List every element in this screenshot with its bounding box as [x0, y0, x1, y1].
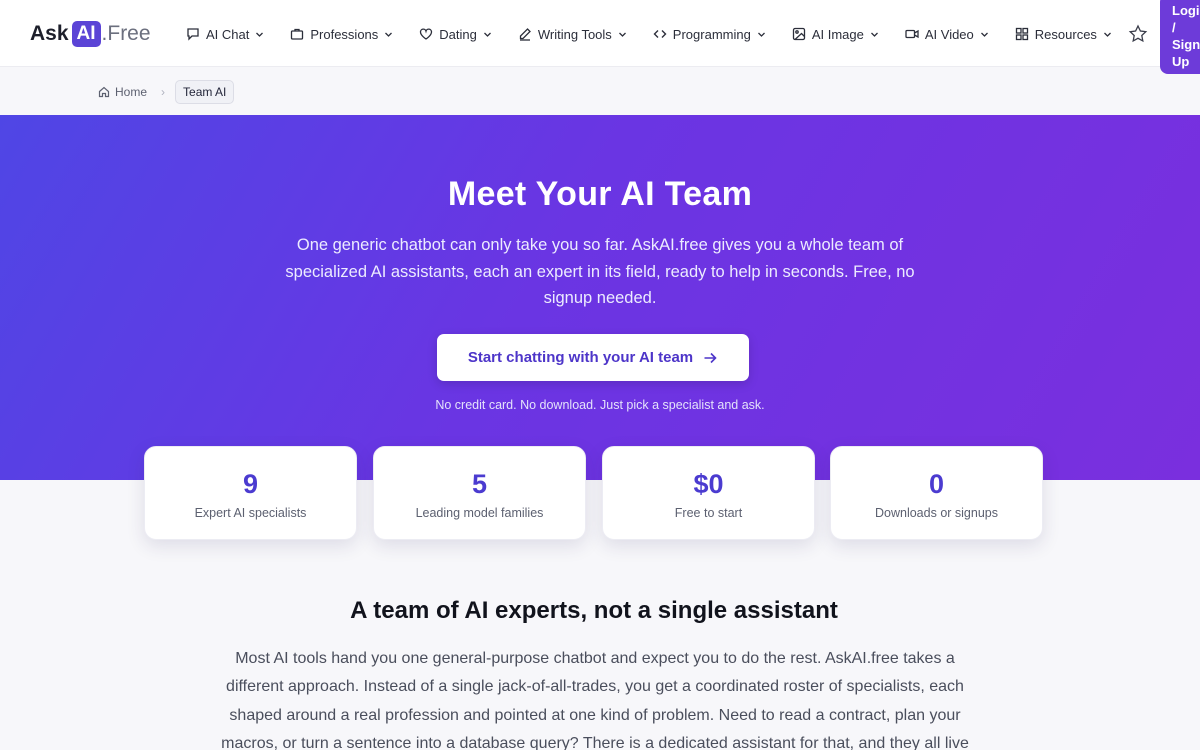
nav-item-ai-video[interactable]: AI Video [905, 24, 989, 44]
stat-label: Leading model families [415, 506, 544, 520]
logo-free-text: .Free [101, 22, 151, 45]
grid-icon [1015, 27, 1029, 41]
cta-label: Start chatting with your AI team [467, 349, 694, 366]
chat-icon [186, 27, 200, 41]
stat-value: 0 [928, 469, 945, 499]
nav-label: Dating [439, 26, 477, 42]
brand-logo[interactable]: Ask AI .Free [30, 20, 151, 48]
breadcrumb-home[interactable]: Home [98, 85, 147, 99]
breadcrumb-home-label: Home [115, 84, 148, 99]
breadcrumb-separator-icon: › [161, 84, 166, 99]
hero-title: Meet Your AI Team [447, 175, 753, 213]
nav-item-dating[interactable]: Dating [419, 24, 492, 44]
nav-item-programming[interactable]: Programming [653, 24, 766, 44]
login-signup-button[interactable]: Login / Sign Up [1160, 0, 1200, 74]
video-icon [905, 27, 919, 41]
arrow-right-icon [702, 350, 718, 366]
logo-ask-text: Ask [30, 22, 69, 45]
nav-label: Resources [1034, 26, 1097, 42]
chevron-down-icon [980, 30, 989, 39]
pen-icon [518, 27, 532, 41]
start-chatting-button[interactable]: Start chatting with your AI team [437, 334, 749, 381]
section-title: A team of AI experts, not a single assis… [350, 597, 838, 624]
nav-label: Programming [672, 26, 751, 42]
home-icon [98, 86, 110, 98]
main-nav: AI Chat Professions Dating Writing Tools… [186, 24, 1138, 44]
image-icon [792, 27, 806, 41]
nav-item-ai-chat[interactable]: AI Chat [186, 24, 264, 44]
stat-label: Expert AI specialists [194, 506, 307, 520]
chevron-down-icon [618, 30, 627, 39]
breadcrumb: Home › Team AI [98, 79, 235, 104]
login-line: Up [1172, 54, 1190, 69]
nav-item-professions[interactable]: Professions [290, 24, 393, 44]
hero-note: No credit card. No download. Just pick a… [435, 398, 765, 412]
stat-card: 5 Leading model families [373, 446, 586, 540]
section-body: Most AI tools hand you one general-purpo… [221, 650, 969, 750]
chevron-down-icon [1103, 30, 1112, 39]
nav-label: Writing Tools [537, 26, 612, 42]
login-line: / [1172, 20, 1176, 35]
nav-item-ai-image[interactable]: AI Image [792, 24, 879, 44]
nav-label: AI Image [811, 26, 864, 42]
chevron-down-icon [255, 30, 264, 39]
nav-label: Professions [310, 26, 379, 42]
stat-card: 9 Expert AI specialists [144, 446, 357, 540]
breadcrumb-current: Team AI [175, 79, 235, 104]
briefcase-icon [290, 27, 304, 41]
nav-label: AI Video [924, 26, 974, 42]
hero-section: Meet Your AI Team One generic chatbot ca… [0, 115, 1200, 480]
stat-card: $0 Free to start [602, 446, 815, 540]
chevron-down-icon [870, 30, 879, 39]
chevron-down-icon [384, 30, 393, 39]
nav-item-resources[interactable]: Resources [1015, 24, 1112, 44]
nav-item-writing-tools[interactable]: Writing Tools [518, 24, 627, 44]
login-line: Sign [1172, 37, 1200, 52]
stat-label: Free to start [674, 506, 743, 520]
chevron-down-icon [757, 30, 766, 39]
chevron-down-icon [483, 30, 492, 39]
login-line: Login [1172, 3, 1200, 18]
code-icon [653, 27, 667, 41]
logo-ai-badge: AI [71, 21, 101, 47]
stat-label: Downloads or signups [875, 506, 998, 520]
star-icon[interactable] [1128, 24, 1148, 44]
heart-icon [419, 27, 433, 41]
stat-value: 9 [242, 469, 259, 499]
stat-value: $0 [693, 469, 724, 499]
stat-value: 5 [471, 469, 488, 499]
top-navigation-bar: Ask AI .Free AI Chat Professions Dating … [0, 0, 1200, 74]
hero-subtitle: One generic chatbot can only take you so… [285, 236, 915, 307]
nav-label: AI Chat [206, 26, 250, 42]
stat-card: 0 Downloads or signups [830, 446, 1043, 540]
